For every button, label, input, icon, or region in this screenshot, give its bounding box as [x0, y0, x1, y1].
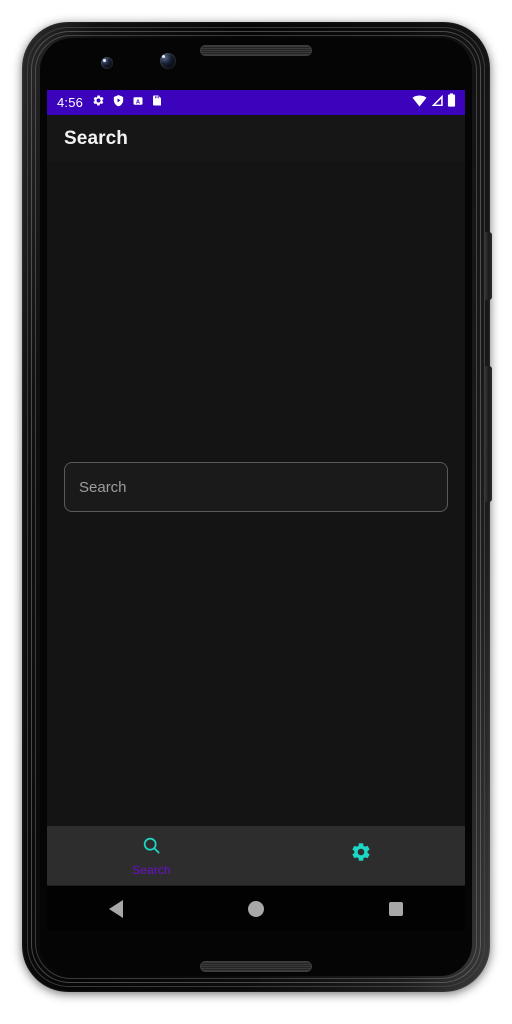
sd-card-icon: [151, 94, 163, 112]
svg-text:A: A: [136, 99, 140, 105]
device-mockup: 4:56 A Search Search Search: [0, 0, 512, 1024]
status-left-icons: A: [92, 94, 163, 112]
status-right-icons: [412, 93, 456, 112]
home-button[interactable]: [247, 900, 264, 917]
phone-screen: 4:56 A Search Search Search: [47, 90, 465, 885]
letter-a-box-icon: A: [132, 94, 144, 112]
status-time: 4:56: [57, 95, 84, 110]
page-title: Search: [64, 127, 128, 149]
search-input[interactable]: [64, 462, 448, 512]
power-button[interactable]: [484, 232, 492, 300]
tab-settings[interactable]: [256, 826, 465, 885]
system-navigation-bar: [47, 885, 465, 931]
earpiece-speaker: [200, 45, 312, 56]
gear-icon: [350, 841, 372, 868]
bottom-speaker: [200, 961, 312, 972]
main-content: [47, 162, 465, 826]
gear-icon: [92, 94, 105, 112]
camera-lens-left: [101, 57, 113, 69]
recents-button[interactable]: [388, 901, 403, 916]
status-bar: 4:56 A: [47, 90, 465, 115]
volume-button[interactable]: [484, 366, 492, 502]
back-button[interactable]: [109, 899, 124, 918]
tab-search[interactable]: Search: [47, 826, 256, 885]
tab-search-label: Search: [132, 862, 171, 877]
search-row: [47, 462, 465, 512]
wifi-icon: [412, 94, 427, 112]
battery-icon: [447, 93, 456, 112]
app-bar: Search: [47, 115, 465, 162]
camera-lens-right: [160, 53, 176, 69]
bottom-navigation-bar: Search: [47, 826, 465, 885]
cellular-signal-icon: [430, 94, 444, 112]
search-icon: [141, 835, 162, 861]
shield-play-icon: [112, 94, 125, 112]
